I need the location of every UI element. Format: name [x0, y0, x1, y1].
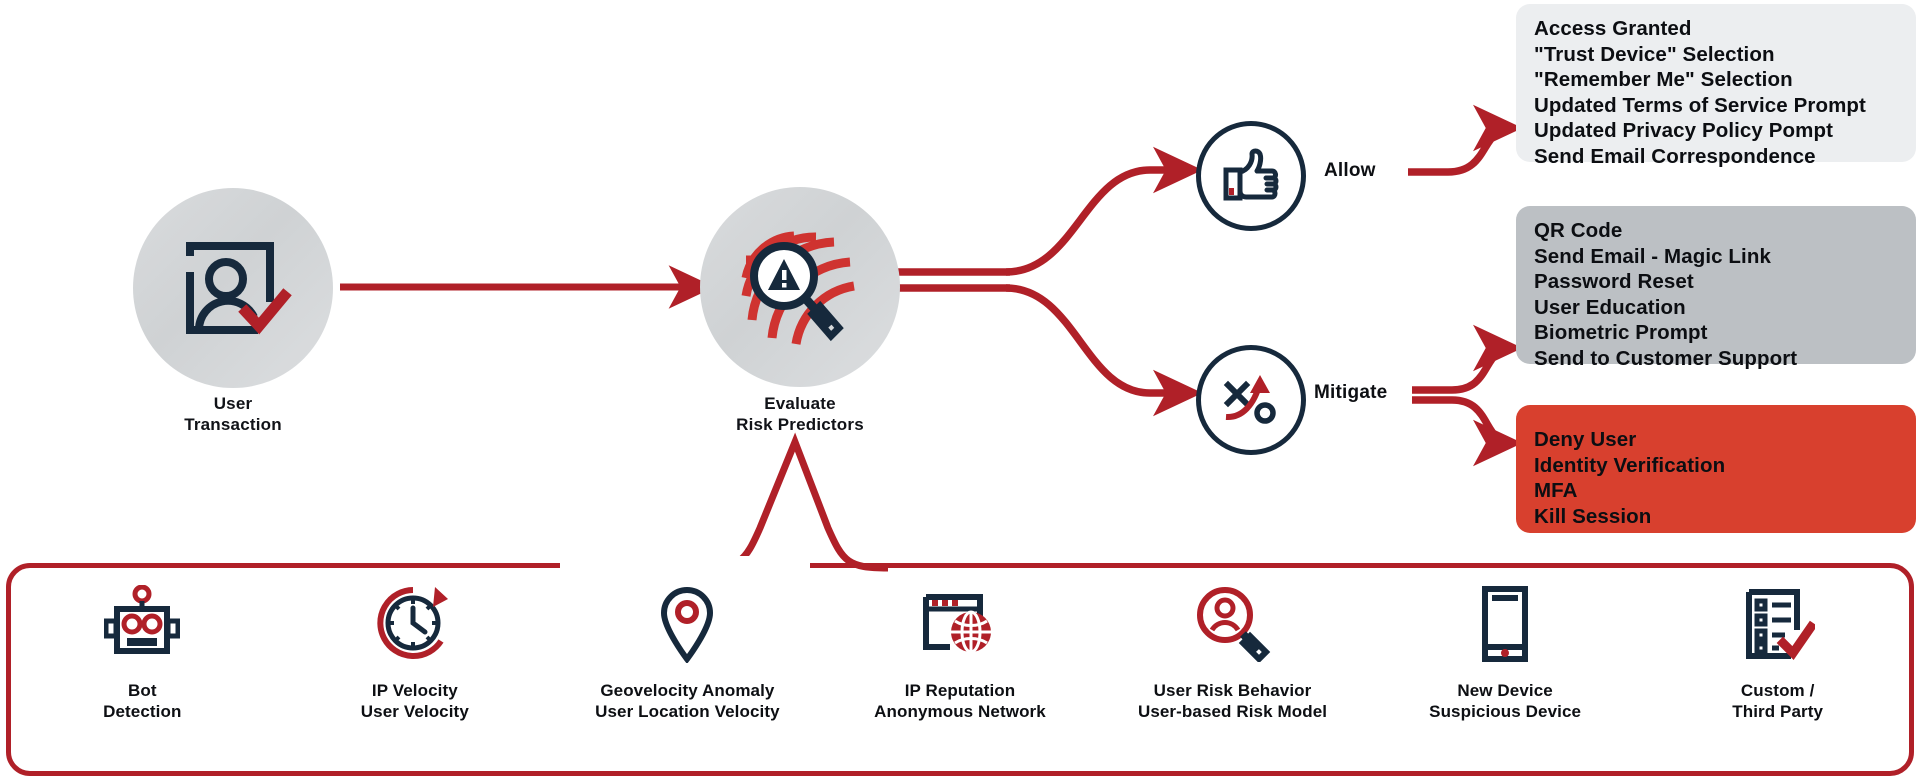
- predictor-label: Bot Detection: [103, 681, 181, 722]
- action-item: Updated Privacy Policy Pompt: [1534, 119, 1833, 143]
- predictor-label-line2: Third Party: [1732, 701, 1824, 721]
- action-item: Updated Terms of Service Prompt: [1534, 93, 1866, 117]
- predictor-label: New Device Suspicious Device: [1429, 681, 1581, 722]
- clock-refresh-icon: [375, 581, 455, 667]
- predictor-label-line2: Suspicious Device: [1429, 701, 1582, 721]
- predictor-label-line1: IP Velocity: [371, 681, 458, 700]
- action-item: "Remember Me" Selection: [1534, 68, 1793, 92]
- predictor-bot-detection[interactable]: Bot Detection: [27, 581, 257, 722]
- node-user-transaction-line2: Transaction: [184, 414, 282, 434]
- predictor-label-line1: New Device: [1457, 681, 1553, 700]
- arrow-allow-to-actions: [1408, 104, 1523, 176]
- predictor-label: IP Reputation Anonymous Network: [874, 681, 1046, 722]
- predictor-label-line1: Geovelocity Anomaly: [600, 681, 775, 700]
- predictor-new-device[interactable]: New Device Suspicious Device: [1390, 581, 1620, 722]
- arrow-evaluate-to-mitigate: [1005, 284, 1203, 417]
- checklist-check-icon: [1741, 581, 1815, 667]
- node-evaluate-label: Evaluate Risk Predictors: [680, 394, 920, 435]
- action-box-mitigate[interactable]: QR Code Send Email - Magic Link Password…: [1516, 206, 1916, 370]
- node-evaluate-line2: Risk Predictors: [736, 414, 864, 434]
- strategy-xo-arrow-icon: [1223, 375, 1276, 424]
- robot-icon: [104, 581, 181, 667]
- action-item: Password Reset: [1534, 270, 1694, 294]
- node-user-transaction[interactable]: [133, 188, 333, 388]
- action-item: Biometric Prompt: [1534, 321, 1708, 345]
- action-item: Send Email - Magic Link: [1534, 244, 1771, 268]
- predictor-label: IP Velocity User Velocity: [361, 681, 469, 722]
- action-item: Identity Verification: [1534, 453, 1726, 477]
- predictor-label-line2: User Velocity: [360, 701, 469, 721]
- outcome-mitigate[interactable]: [1196, 345, 1306, 455]
- predictor-label-line1: Custom /: [1740, 681, 1815, 700]
- action-item: User Education: [1534, 295, 1686, 319]
- predictor-label: User Risk Behavior User-based Risk Model: [1138, 681, 1327, 722]
- fingerprint-warning-magnifier-icon: [741, 231, 855, 345]
- map-pin-icon: [658, 581, 716, 667]
- action-item: QR Code: [1534, 219, 1623, 242]
- predictor-custom-third-party[interactable]: Custom / Third Party: [1663, 581, 1893, 722]
- thumbs-up-icon: [1223, 148, 1279, 201]
- predictor-label-line2: User Location Velocity: [595, 701, 780, 721]
- predictor-label-line2: Detection: [103, 701, 182, 721]
- outcome-allow[interactable]: [1196, 121, 1306, 231]
- mobile-device-icon: [1478, 581, 1532, 667]
- predictor-label: Geovelocity Anomaly User Location Veloci…: [595, 681, 780, 722]
- action-item: Access Granted: [1534, 17, 1692, 40]
- action-item: Kill Session: [1534, 504, 1652, 528]
- outcome-mitigate-label: Mitigate: [1314, 382, 1388, 403]
- node-evaluate-line1: Evaluate: [764, 394, 836, 413]
- outcome-allow-label: Allow: [1324, 160, 1376, 181]
- predictor-geovelocity[interactable]: Geovelocity Anomaly User Location Veloci…: [572, 581, 802, 722]
- user-magnifier-icon: [1194, 581, 1272, 667]
- user-id-check-icon: [186, 242, 292, 335]
- predictor-ip-reputation[interactable]: IP Reputation Anonymous Network: [845, 581, 1075, 722]
- arrow-mitigate-to-deny: [1412, 396, 1523, 467]
- arrow-mitigate-to-actions: [1412, 324, 1523, 394]
- predictor-ip-velocity[interactable]: IP Velocity User Velocity: [300, 581, 530, 722]
- predictor-label-line1: IP Reputation: [904, 681, 1016, 700]
- action-item: Send Email Correspondence: [1534, 144, 1816, 168]
- action-item: MFA: [1534, 479, 1578, 503]
- risk-predictors-row: Bot Detection IP Velocity User Velocity …: [6, 563, 1914, 776]
- arrow-evaluate-to-allow: [1005, 146, 1203, 276]
- action-box-deny[interactable]: Deny User Identity Verification MFA Kill…: [1516, 405, 1916, 533]
- action-box-allow[interactable]: Access Granted "Trust Device" Selection …: [1516, 4, 1916, 168]
- predictor-label-line1: User Risk Behavior: [1153, 681, 1312, 700]
- action-item: Deny User: [1534, 428, 1637, 451]
- node-user-transaction-label: User Transaction: [133, 394, 333, 435]
- node-user-transaction-line1: User: [213, 394, 253, 413]
- predictor-user-risk-behavior[interactable]: User Risk Behavior User-based Risk Model: [1118, 581, 1348, 722]
- predictor-label-line1: Bot: [127, 681, 157, 700]
- browser-globe-icon: [920, 581, 1000, 667]
- node-evaluate-risk-predictors[interactable]: [700, 187, 900, 387]
- action-item: "Trust Device" Selection: [1534, 42, 1775, 66]
- action-item: Send to Customer Support: [1534, 346, 1798, 370]
- predictor-label-line2: User-based Risk Model: [1137, 701, 1328, 721]
- predictor-label: Custom / Third Party: [1732, 681, 1823, 722]
- predictor-label-line2: Anonymous Network: [874, 701, 1046, 721]
- diagram-canvas: User Transaction Evaluate Risk Predictor…: [0, 0, 1920, 784]
- connector-evaluate-to-predictors: [699, 432, 889, 572]
